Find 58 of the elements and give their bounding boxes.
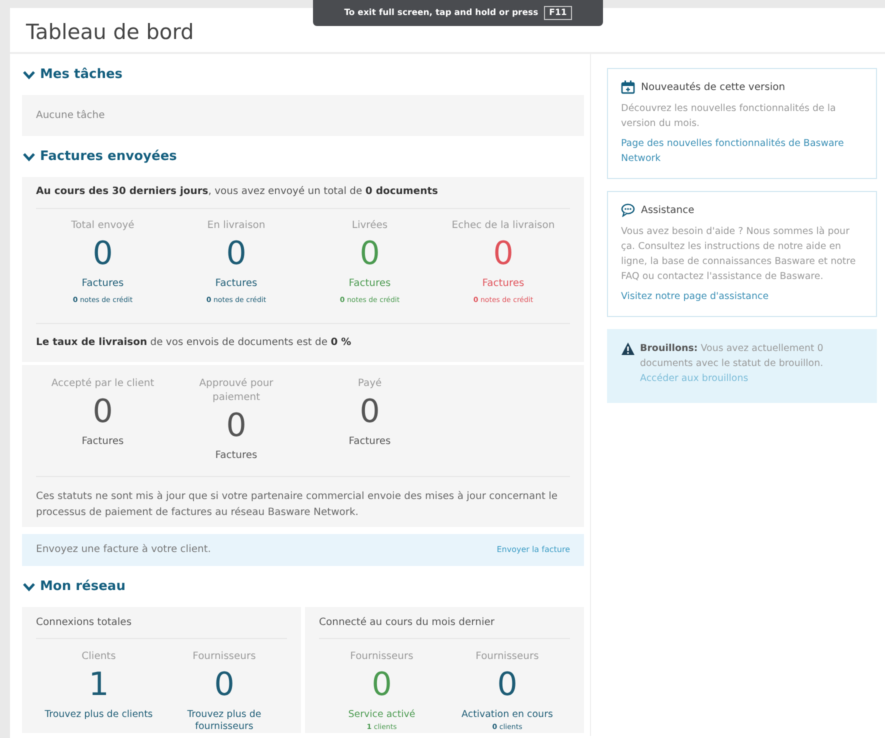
- stat-label: Livrées: [352, 219, 388, 233]
- stat-unit: Factures: [482, 277, 524, 291]
- stat-unit: Factures: [82, 435, 124, 449]
- panel-title: Connexions totales: [36, 616, 133, 630]
- stat-unit: Factures: [215, 449, 258, 463]
- stat-label: Accepté par le client: [51, 377, 154, 391]
- stat-label: Total envoyé: [71, 219, 134, 233]
- stat-label: Clients: [82, 650, 116, 664]
- stat-label: En livraison: [207, 219, 266, 233]
- stat-value: 0: [226, 405, 246, 445]
- stat-value: 1: [88, 664, 109, 704]
- toast-message: To exit full screen, tap and hold or press: [344, 8, 538, 18]
- section-toggle[interactable]: Factures envoyées: [23, 149, 177, 164]
- card-title: Assistance: [641, 204, 694, 216]
- stat-value: 0: [372, 664, 392, 704]
- stat-value: 0: [497, 664, 518, 704]
- key-hint: F11: [544, 6, 572, 20]
- section-toggle[interactable]: Mes tâches: [23, 67, 123, 82]
- stat-label: Fournisseurs: [476, 650, 539, 664]
- section-toggle[interactable]: Mon réseau: [23, 579, 126, 594]
- stat-unit: Factures: [215, 277, 258, 291]
- calendar-icon: [621, 80, 635, 94]
- stat-link[interactable]: Trouvez plus de clients: [44, 709, 153, 721]
- stat-value: 0: [360, 391, 380, 431]
- card-link[interactable]: Visitez notre page d'assistance: [621, 289, 863, 304]
- stat-unit: Factures: [348, 277, 391, 291]
- card-title: Nouveautés de cette version: [641, 82, 786, 92]
- stat-label: Approuvé pour paiement: [198, 377, 274, 405]
- stat-link[interactable]: Trouvez plus de fournisseurs: [162, 709, 287, 733]
- stat-label: Fournisseurs: [350, 650, 414, 664]
- chevron-down-icon: [23, 582, 35, 592]
- panel-title: Connecté au cours du mois dernier: [319, 616, 496, 630]
- summary-text: Au cours des 30 derniers jours, vous avez envoyé un total de 0 documents: [36, 185, 439, 199]
- drafts-message: Brouillons: Vous avez actuellement 0 documents avec le statut de brouillon. Accéder aux brouillons: [640, 342, 824, 386]
- page-title: Tableau de bord: [26, 20, 195, 44]
- stat-value: 0: [92, 233, 113, 273]
- stat-unit: Factures: [82, 277, 124, 291]
- card-text: Vous avez besoin d'aide ? Nous sommes là pour ça. Consultez les instructions de notre aide en ligne, la base de connaissances Basware et notre FAQ ou contactez l'assistance de Basware.: [621, 225, 857, 284]
- stat-label: Fournisseurs: [192, 650, 256, 664]
- stat-value: 0: [214, 664, 234, 704]
- delivery-rate-text: Le taux de livraison de vos envois de documents est de 0 %: [36, 336, 352, 350]
- warning-icon: [621, 342, 635, 356]
- stat-value: 0: [360, 233, 380, 273]
- stat-link[interactable]: Activation en cours: [462, 709, 553, 721]
- stat-value: 0: [92, 391, 113, 431]
- stat-value: 0: [493, 233, 514, 273]
- status-note: Ces statuts ne sont mis à jour que si votre partenaire commercial envoie des mises à jour concernant le processus de paiement de factures au réseau Basware Network.: [36, 490, 559, 520]
- stat-value: 0: [226, 233, 246, 273]
- chevron-down-icon: [23, 152, 35, 162]
- stat-unit: Factures: [348, 435, 391, 449]
- stat-label: Echec de la livraison: [452, 219, 555, 233]
- chat-bubble-icon: [621, 203, 635, 217]
- send-invoice-text: Envoyez une facture à votre client.: [36, 543, 211, 557]
- card-text: Découvrez les nouvelles fonctionnalités de la version du mois.: [621, 102, 837, 131]
- card-link[interactable]: Page des nouvelles fonctionnalités de Basware Network: [621, 136, 863, 166]
- chevron-down-icon: [23, 70, 35, 80]
- stat-label: Payé: [358, 377, 382, 391]
- empty-message: Aucune tâche: [36, 109, 106, 122]
